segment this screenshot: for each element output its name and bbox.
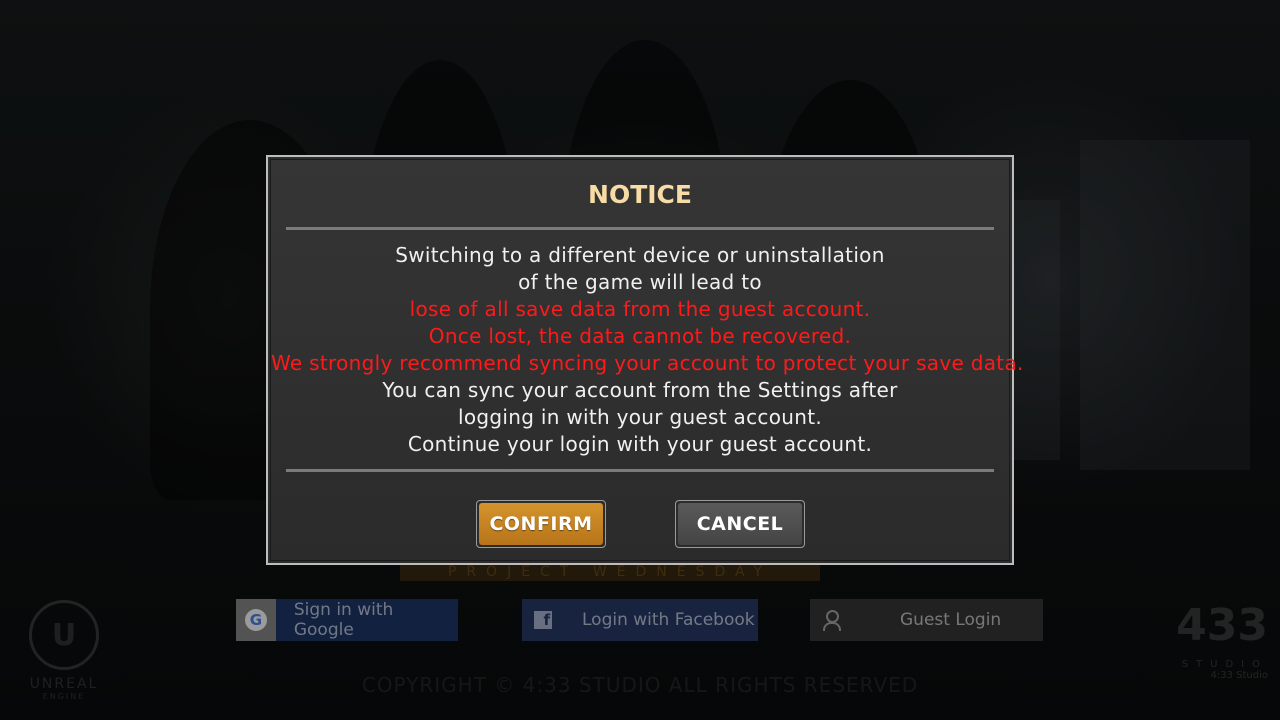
divider: [286, 227, 994, 230]
message-line: Continue your login with your guest acco…: [407, 432, 873, 456]
confirm-button-label: CONFIRM: [479, 503, 603, 545]
notice-dialog: NOTICE Switching to a different device o…: [266, 155, 1024, 565]
notice-message: Switching to a different device or unins…: [271, 242, 1024, 458]
confirm-button[interactable]: CONFIRM: [476, 500, 606, 548]
message-line: Switching to a different device or unins…: [395, 243, 885, 267]
message-line: of the game will lead to: [518, 270, 762, 294]
cancel-button-label: CANCEL: [678, 503, 802, 545]
message-line: Once lost, the data cannot be recovered.: [428, 324, 852, 348]
message-line: logging in with your guest account.: [457, 405, 822, 429]
message-line: We strongly recommend syncing your accou…: [271, 351, 1024, 375]
cancel-button[interactable]: CANCEL: [675, 500, 805, 548]
message-line: lose of all save data from the guest acc…: [409, 297, 871, 321]
divider: [286, 469, 994, 472]
message-line: You can sync your account from the Setti…: [382, 378, 898, 402]
dialog-title: NOTICE: [588, 180, 692, 209]
